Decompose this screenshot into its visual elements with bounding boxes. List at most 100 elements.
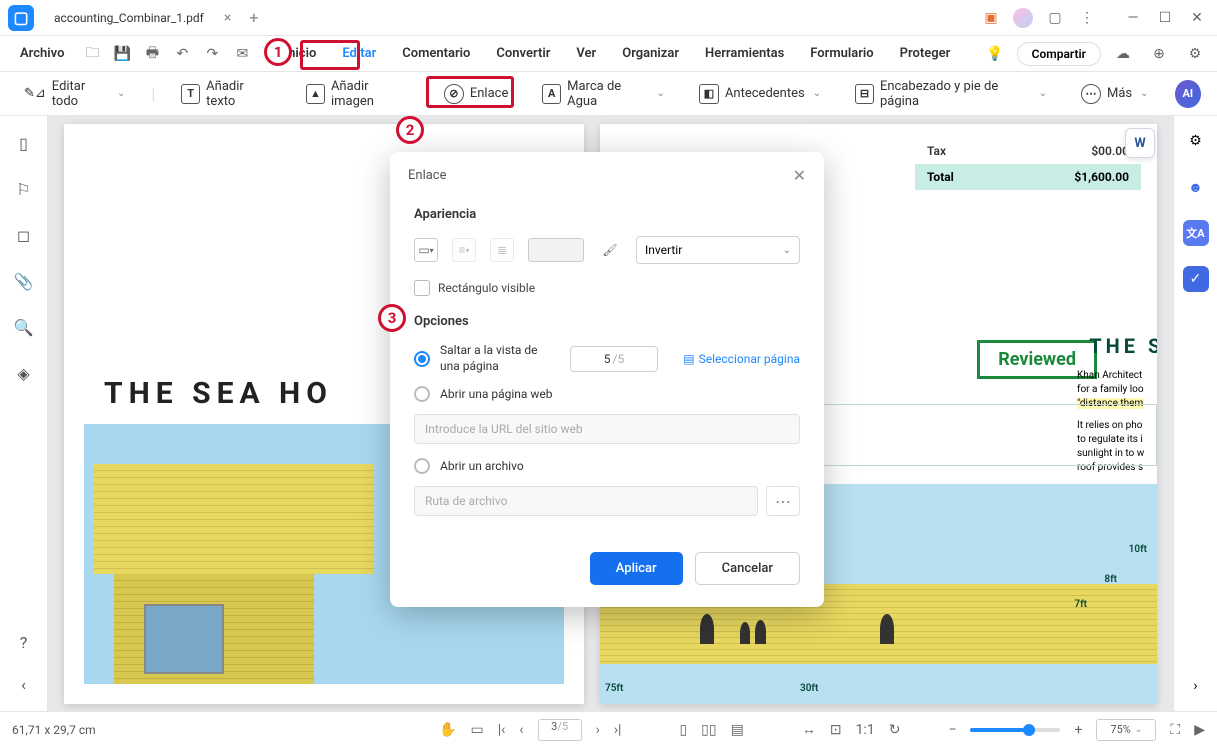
width-input[interactable] <box>528 238 584 262</box>
zoom-slider[interactable] <box>970 728 1060 732</box>
comments-icon[interactable]: ◻ <box>13 224 35 246</box>
dialog-close-button[interactable]: ✕ <box>793 166 806 185</box>
add-image-button[interactable]: ▲ Añadir imagen <box>298 73 418 115</box>
fit-page-icon[interactable]: ⊡ <box>830 722 842 738</box>
visible-rect-checkbox[interactable] <box>414 280 430 296</box>
open-web-radio[interactable] <box>414 386 430 402</box>
more-button[interactable]: ⋯ Más ⌄ <box>1073 78 1157 110</box>
first-page-icon[interactable]: |‹ <box>498 722 506 738</box>
edit-all-button[interactable]: ✎⊿ Editar todo ⌄ <box>16 73 133 115</box>
hand-tool-icon[interactable]: ✋ <box>439 722 456 738</box>
maximize-button[interactable]: ☐ <box>1153 6 1177 30</box>
line-width-button[interactable]: ≣ <box>490 238 514 262</box>
translate-icon[interactable]: 文A <box>1183 220 1209 246</box>
rotate-icon[interactable]: ↻ <box>889 722 901 738</box>
page-number-input[interactable]: 5/5 <box>570 346 658 372</box>
link-style-button[interactable]: ▭▾ <box>414 238 438 262</box>
fullscreen-icon[interactable]: ⛶ <box>1170 722 1180 738</box>
redo-icon[interactable]: ↷ <box>200 42 224 66</box>
more-icon[interactable]: ⋮ <box>1077 8 1097 28</box>
cancel-button[interactable]: Cancelar <box>695 552 800 585</box>
menu-comentario[interactable]: Comentario <box>390 40 482 67</box>
menu-proteger[interactable]: Proteger <box>888 40 963 67</box>
presentation-icon[interactable]: ▶ <box>1194 722 1205 738</box>
close-tab-icon[interactable]: × <box>224 10 231 26</box>
document-tab[interactable]: accounting_Combinar_1.pdf × <box>42 6 243 30</box>
menu-archivo[interactable]: Archivo <box>8 40 76 67</box>
backgrounds-button[interactable]: ◧ Antecedentes ⌄ <box>691 78 829 110</box>
menu-editar[interactable]: Editar <box>330 40 388 67</box>
minimize-button[interactable]: — <box>1121 6 1145 30</box>
zoom-out-icon[interactable]: − <box>948 722 956 738</box>
highlight-select[interactable]: Invertir ⌄ <box>636 236 800 264</box>
chevron-down-icon: ⌄ <box>657 88 665 99</box>
link-button[interactable]: ⊘ Enlace <box>436 78 517 110</box>
prev-page-icon[interactable]: ‹ <box>519 722 523 738</box>
open-web-option[interactable]: Abrir una página web <box>414 386 800 402</box>
attachments-icon[interactable]: 📎 <box>13 270 35 292</box>
chat-icon[interactable]: ▢ <box>1045 8 1065 28</box>
mail-icon[interactable]: ✉ <box>230 42 254 66</box>
page-input[interactable]: 3/5 <box>538 719 582 741</box>
line-style-button[interactable]: ≡▾ <box>452 238 476 262</box>
layers-icon[interactable]: ◈ <box>13 362 35 384</box>
undo-icon[interactable]: ↶ <box>170 42 194 66</box>
search-icon[interactable]: 🔍 <box>13 316 35 338</box>
app-logo[interactable]: ▢ <box>8 5 34 31</box>
open-icon[interactable]: 🗀 <box>80 42 104 66</box>
fit-width-icon[interactable]: ↔ <box>802 721 816 738</box>
header-footer-icon: ⊟ <box>855 84 874 104</box>
select-tool-icon[interactable]: ▭ <box>471 722 484 738</box>
cloud-icon[interactable]: ☁ <box>1111 42 1135 66</box>
bulb-icon[interactable]: 💡 <box>983 42 1007 66</box>
header-footer-button[interactable]: ⊟ Encabezado y pie de página ⌄ <box>847 73 1055 115</box>
settings-icon[interactable]: ⚙ <box>1183 42 1207 66</box>
dialog-title: Enlace <box>408 168 447 183</box>
menu-organizar[interactable]: Organizar <box>610 40 691 67</box>
jump-page-radio[interactable] <box>414 351 430 367</box>
open-file-option[interactable]: Abrir un archivo <box>414 458 800 474</box>
help-icon[interactable]: ? <box>13 631 35 653</box>
actual-size-icon[interactable]: 1:1 <box>856 722 875 738</box>
select-page-link[interactable]: ▤ Seleccionar página <box>683 352 800 366</box>
sync-icon[interactable]: ⊕ <box>1147 42 1171 66</box>
new-tab-button[interactable]: + <box>249 8 258 27</box>
notification-icon[interactable]: ▣ <box>981 8 1001 28</box>
watermark-button[interactable]: A Marca de Agua ⌄ <box>534 73 673 115</box>
menu-herramientas[interactable]: Herramientas <box>693 40 796 67</box>
tax-value: $00.00 <box>1091 144 1129 158</box>
expand-right-icon[interactable]: › <box>1183 673 1209 699</box>
color-button[interactable]: 🖌 <box>598 238 622 262</box>
url-input[interactable]: Introduce la URL del sitio web <box>414 414 800 444</box>
open-file-radio[interactable] <box>414 458 430 474</box>
ai-button[interactable]: AI <box>1175 80 1201 108</box>
close-window-button[interactable]: ✕ <box>1185 6 1209 30</box>
left-sidebar: ▯ ⚐ ◻ 📎 🔍 ◈ ? ‹ <box>0 116 48 711</box>
next-page-icon[interactable]: › <box>596 722 600 738</box>
print-icon[interactable]: 🖶 <box>140 42 164 66</box>
menu-ver[interactable]: Ver <box>564 40 608 67</box>
save-icon[interactable]: 💾 <box>110 42 134 66</box>
file-path-input[interactable]: Ruta de archivo <box>414 486 758 516</box>
single-page-icon[interactable]: ▯ <box>679 722 687 738</box>
user-avatar-icon[interactable] <box>1013 8 1033 28</box>
browse-file-button[interactable]: ⋯ <box>766 486 800 516</box>
apply-button[interactable]: Aplicar <box>590 552 683 585</box>
ai-chat-icon[interactable]: ☻ <box>1183 174 1209 200</box>
collapse-left-icon[interactable]: ‹ <box>13 673 35 695</box>
read-mode-icon[interactable]: ▤ <box>731 722 744 738</box>
menu-convertir[interactable]: Convertir <box>484 40 562 67</box>
check-icon[interactable]: ✓ <box>1183 266 1209 292</box>
word-export-icon[interactable]: W <box>1125 128 1155 158</box>
thumbnails-icon[interactable]: ▯ <box>13 132 35 154</box>
continuous-icon[interactable]: ▯▯ <box>701 722 716 738</box>
properties-icon[interactable]: ⚙ <box>1183 128 1209 154</box>
add-text-button[interactable]: T Añadir texto <box>173 73 280 115</box>
menu-formulario[interactable]: Formulario <box>798 40 885 67</box>
last-page-icon[interactable]: ›| <box>614 722 622 738</box>
bookmarks-icon[interactable]: ⚐ <box>13 178 35 200</box>
jump-page-option[interactable]: Saltar a la vista de una página 5/5 ▤ Se… <box>414 343 800 374</box>
zoom-in-icon[interactable]: + <box>1074 722 1082 738</box>
share-button[interactable]: Compartir <box>1017 42 1101 66</box>
zoom-select[interactable]: 75%⌄ <box>1096 719 1156 741</box>
